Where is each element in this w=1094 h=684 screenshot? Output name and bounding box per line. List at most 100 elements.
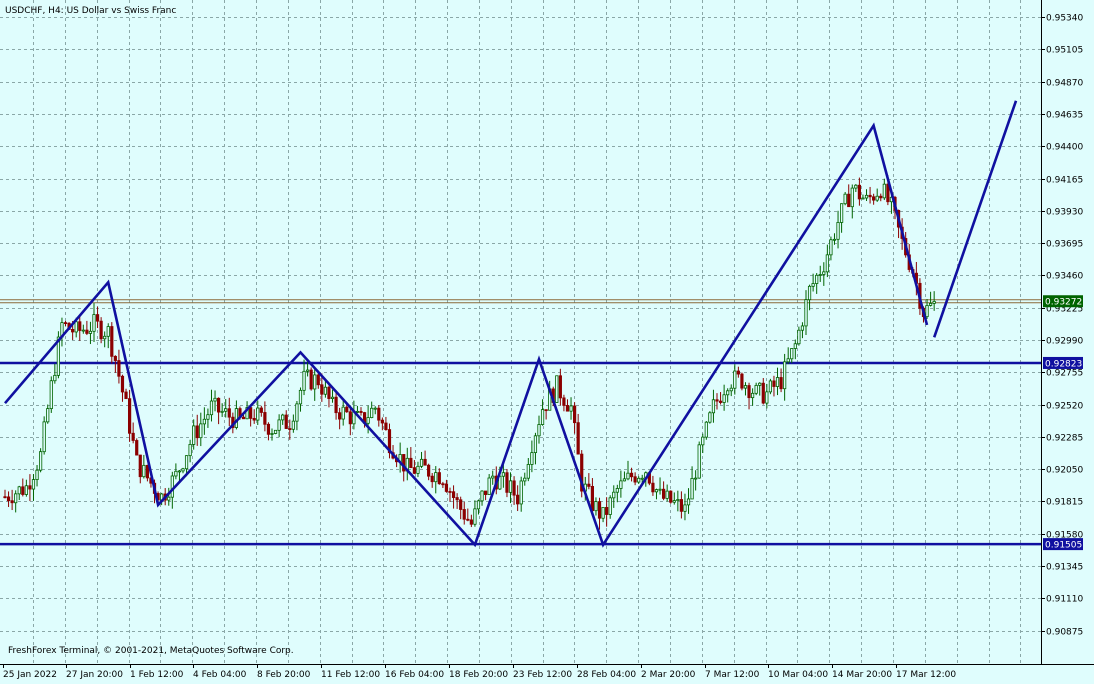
candle-body (483, 490, 488, 495)
y-tick-label: 0.95105 (1046, 46, 1083, 56)
candle-body (135, 440, 139, 456)
candle-body (783, 361, 787, 390)
candle-body (263, 412, 267, 425)
level-price-badge-label: 0.91505 (1045, 541, 1082, 551)
candle-body (373, 407, 377, 410)
candle-body (448, 491, 452, 493)
candle-body (654, 489, 659, 493)
candle-body (861, 197, 865, 200)
candle-body (868, 194, 872, 198)
candle-body (444, 483, 449, 492)
candle-body (284, 414, 288, 429)
candle-body (726, 390, 730, 396)
candle-body (605, 507, 609, 515)
candle-body (850, 187, 854, 208)
candle-body (412, 467, 417, 474)
candle-body (690, 478, 694, 500)
candle-body (740, 373, 744, 389)
price-chart[interactable]: 0.95340 0.95105 0.94870 0.94635 0.94400 0.941… (0, 0, 1094, 684)
candle-body (836, 222, 840, 240)
candle-body (120, 375, 125, 393)
candle-body (679, 499, 684, 512)
candle-body (747, 385, 751, 399)
candle-body (345, 406, 349, 413)
candle-body (423, 458, 427, 466)
candle-body (63, 322, 68, 325)
candle-body (662, 488, 666, 499)
candle-body (330, 396, 335, 399)
candle-body (6, 496, 11, 502)
candle-body (818, 274, 822, 276)
candle-body (174, 470, 178, 477)
candle-body (829, 239, 833, 256)
candle-body (170, 475, 174, 498)
candle-body (743, 385, 748, 389)
candle-body (811, 283, 815, 287)
candle-body (259, 407, 263, 413)
candle-body (10, 500, 14, 504)
candle-body (195, 425, 199, 439)
candle-body (491, 475, 495, 479)
candle-body (651, 482, 655, 493)
candle-body (455, 497, 459, 501)
candle-body (786, 358, 790, 363)
candle-body (124, 391, 128, 400)
candle-body (288, 428, 292, 430)
candle-body (355, 410, 360, 413)
candle-body (872, 196, 876, 201)
candle-body (733, 370, 737, 389)
candle-body (459, 499, 463, 510)
candle-body (213, 397, 217, 402)
candle-body (761, 382, 765, 404)
candle-body (615, 488, 619, 493)
candle-body (142, 464, 146, 478)
candle-body (854, 184, 858, 189)
candle-body (138, 454, 142, 478)
candle-body (508, 480, 513, 493)
candle-body (804, 299, 808, 327)
candle-body (843, 193, 847, 205)
candle-body (519, 480, 523, 505)
candle-body (573, 405, 577, 424)
candle-body (622, 478, 627, 482)
candle-body (419, 458, 424, 467)
y-tick-label: 0.92520 (1046, 402, 1083, 412)
candle-body (697, 444, 701, 479)
candle-body (708, 412, 712, 423)
candle-body (587, 483, 591, 487)
candle-body (46, 408, 50, 423)
candle-body (558, 375, 562, 399)
candle-body (501, 472, 506, 477)
y-tick-label: 0.92990 (1046, 337, 1083, 347)
x-tick-label: 11 Feb 12:00 (321, 670, 380, 680)
candle-body (758, 382, 762, 386)
candle-body (42, 421, 46, 453)
candle-body (270, 433, 274, 435)
candle-body (612, 491, 616, 499)
candle-body (932, 301, 936, 304)
copyright-text: FreshForex Terminal, © 2001-2021, MetaQu… (8, 646, 294, 656)
y-tick-label: 0.94635 (1046, 111, 1083, 121)
candle-body (28, 485, 32, 490)
y-tick-label: 0.91815 (1046, 498, 1083, 508)
y-tick-label: 0.93695 (1046, 240, 1083, 250)
candle-body (669, 490, 673, 503)
candle-body (277, 419, 281, 431)
candle-body (323, 386, 328, 395)
candle-body (234, 408, 238, 428)
candle-body (807, 285, 812, 301)
candle-body (626, 472, 630, 480)
candle-body (209, 400, 214, 416)
candle-body (597, 501, 602, 519)
y-tick-label: 0.93930 (1046, 208, 1083, 218)
candle-body (224, 408, 228, 412)
candle-body (505, 472, 509, 493)
candle-body (370, 407, 374, 418)
candle-body (298, 389, 303, 405)
candle-body (466, 518, 470, 521)
candle-body (199, 423, 203, 439)
candle-body (797, 329, 801, 345)
candle-body (530, 452, 534, 465)
candle-body (78, 321, 82, 331)
y-tick-label: 0.90875 (1046, 628, 1083, 638)
